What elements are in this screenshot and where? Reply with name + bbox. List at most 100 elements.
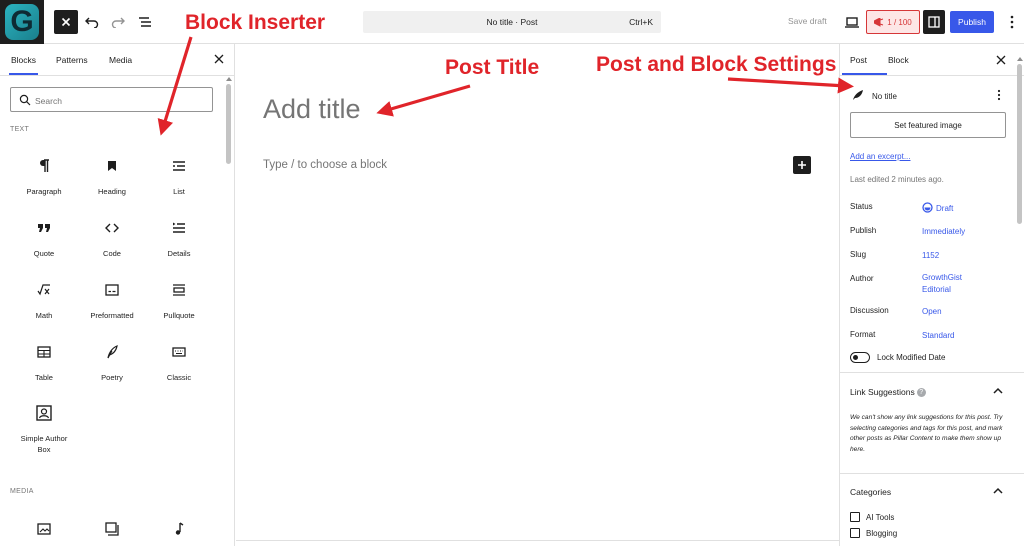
block-quote[interactable]: Quote: [10, 220, 78, 260]
tab-media[interactable]: Media: [109, 55, 132, 65]
block-details[interactable]: Details: [145, 220, 213, 260]
search-icon: [19, 94, 31, 106]
block-label: Paragraph: [26, 187, 62, 196]
format-button[interactable]: Standard: [922, 330, 954, 342]
plus-icon: [798, 161, 806, 169]
checkbox[interactable]: [850, 512, 860, 522]
more-vertical-icon: [1010, 15, 1014, 29]
chevron-up-icon[interactable]: [992, 486, 1004, 496]
block-search-input[interactable]: Search: [10, 87, 213, 112]
canvas-footer-divider: [236, 540, 839, 541]
status-value[interactable]: Draft: [922, 202, 953, 215]
preview-button[interactable]: [840, 10, 864, 34]
block-gallery[interactable]: [78, 521, 146, 537]
author-label: Author: [850, 274, 874, 283]
undo-button[interactable]: [80, 10, 104, 34]
block-appender[interactable]: Type / to choose a block: [263, 159, 387, 171]
publish-date-button[interactable]: Immediately: [922, 226, 965, 238]
block-label: Poetry: [101, 373, 123, 382]
scroll-up-arrow[interactable]: [226, 77, 232, 81]
annotation-block-inserter: Block Inserter: [185, 11, 326, 34]
save-draft-button[interactable]: Save draft: [788, 16, 827, 26]
author-button[interactable]: GrowthGist Editorial: [922, 272, 982, 296]
inserter-scrollbar[interactable]: [226, 84, 231, 164]
tab-patterns[interactable]: Patterns: [56, 55, 88, 65]
block-pullquote[interactable]: Pullquote: [145, 282, 213, 322]
block-simple-author-box[interactable]: Simple Author Box: [10, 405, 78, 455]
scroll-up-arrow[interactable]: [1017, 57, 1023, 61]
seo-score-button[interactable]: 1 / 100: [866, 10, 920, 34]
command-palette-bar[interactable]: No title · Post Ctrl+K: [363, 11, 661, 33]
close-inserter-button[interactable]: [54, 10, 78, 34]
block-label: List: [173, 187, 185, 196]
block-code[interactable]: Code: [78, 220, 146, 260]
table-icon: [37, 346, 51, 358]
desktop-preview-icon: [845, 16, 859, 28]
site-logo: G: [5, 4, 39, 40]
lock-modified-date-toggle[interactable]: [850, 352, 870, 363]
block-table[interactable]: Table: [10, 344, 78, 384]
more-vertical-icon[interactable]: [995, 88, 1003, 102]
image-icon: [37, 523, 51, 535]
block-classic[interactable]: Classic: [145, 344, 213, 384]
block-inserter-panel: Blocks Patterns Media Search TEXT Paragr…: [0, 44, 235, 546]
close-icon[interactable]: [994, 53, 1008, 67]
publish-button[interactable]: Publish: [950, 11, 994, 33]
block-heading[interactable]: Heading: [78, 158, 146, 198]
link-suggestions-note: We can't show any link suggestions for t…: [850, 414, 1003, 453]
search-placeholder: Search: [35, 96, 62, 106]
block-label: Simple Author Box: [20, 434, 68, 454]
code-icon: [105, 223, 119, 233]
close-icon[interactable]: [212, 52, 226, 66]
post-title-input[interactable]: Add title: [263, 94, 361, 125]
editor-top-toolbar: G No title · Post Ctrl+K Save draft 1 / …: [0, 0, 1024, 44]
add-excerpt-link[interactable]: Add an excerpt...: [850, 152, 910, 161]
chevron-up-icon[interactable]: [992, 386, 1004, 396]
lock-modified-date-label: Lock Modified Date: [877, 353, 946, 362]
block-paragraph[interactable]: Paragraph: [10, 158, 78, 198]
block-image[interactable]: [10, 521, 78, 537]
annotation-post-title: Post Title: [445, 56, 540, 79]
block-preformatted[interactable]: Preformatted: [78, 282, 146, 322]
block-label: Pullquote: [163, 311, 195, 320]
tab-block[interactable]: Block: [888, 55, 909, 65]
categories-header[interactable]: Categories: [850, 487, 891, 497]
block-label: Quote: [33, 249, 55, 258]
link-suggestions-header[interactable]: Link Suggestions?: [850, 387, 926, 398]
slug-label: Slug: [850, 250, 867, 259]
settings-sidebar-toggle[interactable]: [923, 10, 945, 34]
block-label: Math: [35, 311, 53, 320]
last-edited-text: Last edited 2 minutes ago.: [850, 175, 944, 184]
help-icon[interactable]: ?: [916, 388, 926, 398]
options-menu-button[interactable]: [1000, 10, 1024, 34]
document-overview-button[interactable]: [133, 10, 157, 34]
settings-scrollbar[interactable]: [1017, 64, 1022, 224]
checkbox[interactable]: [850, 528, 860, 538]
shortcut-hint: Ctrl+K: [629, 17, 653, 27]
tab-blocks[interactable]: Blocks: [8, 55, 39, 75]
add-block-button[interactable]: [793, 156, 811, 174]
site-logo-button[interactable]: G: [0, 0, 44, 44]
slug-button[interactable]: 1152: [922, 250, 939, 262]
pullquote-icon: [173, 284, 185, 296]
discussion-button[interactable]: Open: [922, 306, 942, 318]
block-label: Classic: [166, 373, 192, 382]
close-icon: [61, 17, 71, 27]
block-poetry[interactable]: Poetry: [78, 344, 146, 384]
block-list[interactable]: List: [145, 158, 213, 198]
document-title: No title · Post: [486, 17, 538, 27]
block-math[interactable]: Math: [10, 282, 78, 322]
redo-button[interactable]: [106, 10, 130, 34]
paragraph-icon: [40, 159, 49, 172]
set-featured-image-button[interactable]: Set featured image: [850, 112, 1006, 138]
seo-score: 1 / 100: [887, 17, 912, 27]
link-suggestions-title: Link Suggestions: [850, 387, 915, 397]
preformatted-icon: [105, 284, 119, 296]
publish-label: Publish: [850, 226, 877, 235]
tab-post[interactable]: Post: [841, 55, 888, 75]
post-icon: [853, 90, 863, 100]
quote-icon: [38, 224, 50, 232]
format-label: Format: [850, 330, 876, 339]
block-audio[interactable]: [145, 521, 213, 537]
category-text-label: TEXT: [10, 126, 30, 133]
